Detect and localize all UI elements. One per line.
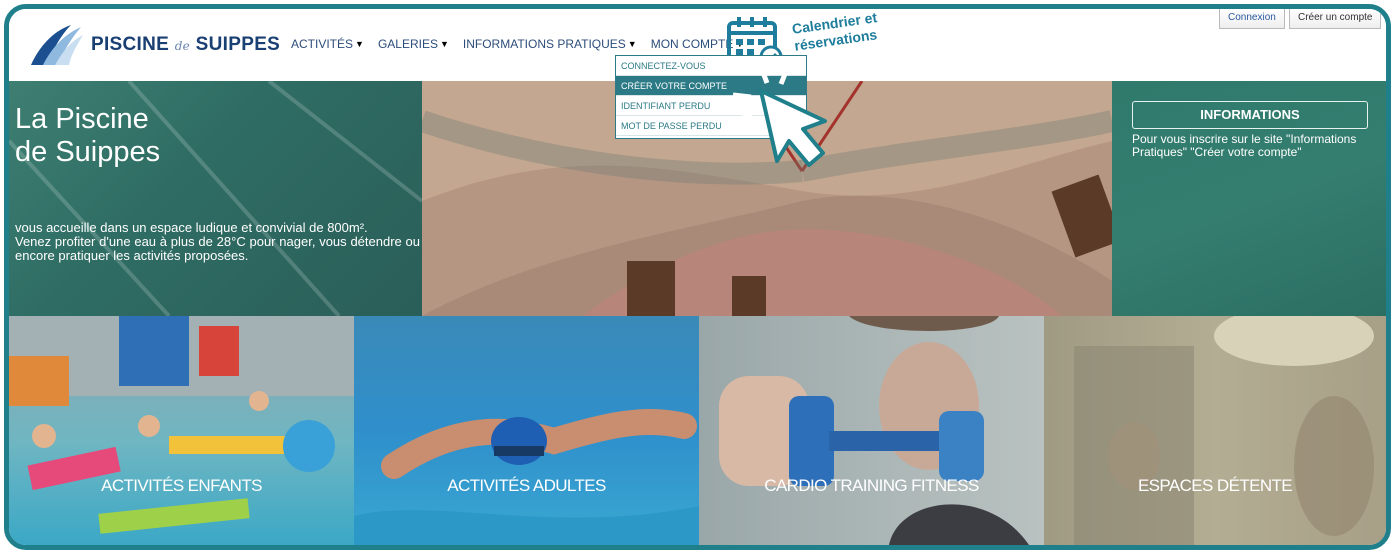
nav-galeries[interactable]: GALERIES ▼ [378, 37, 449, 51]
tile-label: CARDIO TRAINING FITNESS [764, 476, 979, 495]
site-brand[interactable]: PISCINE de SUIPPES [91, 34, 280, 56]
nav-informations-pratiques[interactable]: INFORMATIONS PRATIQUES ▼ [463, 37, 637, 51]
hero-desc-line1: vous accueille dans un espace ludique et… [15, 220, 368, 235]
nav-activites[interactable]: ACTIVITÉS ▼ [291, 37, 364, 51]
nav-label: MON COMPTE [650, 37, 734, 51]
hero-title: La Piscine de Suippes [15, 103, 160, 169]
main-nav: ACTIVITÉS ▼ GALERIES ▼ INFORMATIONS PRAT… [291, 37, 758, 51]
relaxation-illustration [1074, 316, 1374, 545]
hero-left-panel: La Piscine de Suippes vous accueille dan… [9, 81, 422, 316]
caret-down-icon: ▼ [355, 39, 364, 49]
nav-label: INFORMATIONS PRATIQUES [462, 37, 626, 51]
nav-label: GALERIES [377, 37, 438, 51]
brand-name-part2: SUIPPES [190, 34, 281, 55]
tile-label: ACTIVITÉS ADULTES [447, 476, 606, 495]
info-text: Pour vous inscrire sur le site "Informat… [1132, 132, 1357, 159]
pointer-cursor-icon [732, 66, 827, 167]
hero-right-panel: INFORMATIONS Pour vous inscrire sur le s… [1112, 81, 1386, 316]
caret-down-icon: ▼ [439, 39, 449, 49]
tile-espaces-detente[interactable]: ESPACES DÉTENTE [1044, 316, 1386, 545]
tile-activites-enfants[interactable]: ACTIVITÉS ENFANTS [9, 316, 354, 545]
nav-label: ACTIVITÉS [291, 37, 354, 51]
hero-desc-line2: Venez profiter d'une eau à plus de 28°C … [15, 234, 420, 263]
tile-label: ESPACES DÉTENTE [1137, 476, 1293, 495]
connexion-button[interactable]: Connexion [1219, 9, 1285, 29]
kids-pool-illustration [9, 316, 354, 534]
tile-label: ACTIVITÉS ENFANTS [101, 476, 262, 495]
brand-name-de: de [174, 39, 191, 53]
swimmer-illustration [354, 409, 699, 545]
informations-button[interactable]: INFORMATIONS [1132, 101, 1368, 129]
hero-description: vous accueille dans un espace ludique et… [15, 221, 420, 263]
brand-name-part1: PISCINE [91, 34, 175, 55]
calendar-reservations-label[interactable]: Calendrier et réservations [791, 9, 880, 55]
activity-tiles: ACTIVITÉS ENFANTS ACTIVITÉS ADULTES CARD… [9, 316, 1386, 545]
tile-activites-adultes[interactable]: ACTIVITÉS ADULTES [354, 316, 699, 545]
hero-title-line2: de Suippes [15, 136, 161, 168]
hero-title-line1: La Piscine [15, 103, 149, 135]
page: PISCINE de SUIPPES ACTIVITÉS ▼ GALERIES … [9, 9, 1386, 545]
caret-down-icon: ▼ [627, 39, 637, 49]
tile-cardio-training-fitness[interactable]: CARDIO TRAINING FITNESS [699, 316, 1044, 545]
logo-icon[interactable] [27, 21, 85, 67]
create-account-button[interactable]: Créer un compte [1289, 9, 1382, 29]
fitness-illustration [719, 316, 1029, 545]
screenshot-frame: PISCINE de SUIPPES ACTIVITÉS ▼ GALERIES … [4, 4, 1391, 550]
